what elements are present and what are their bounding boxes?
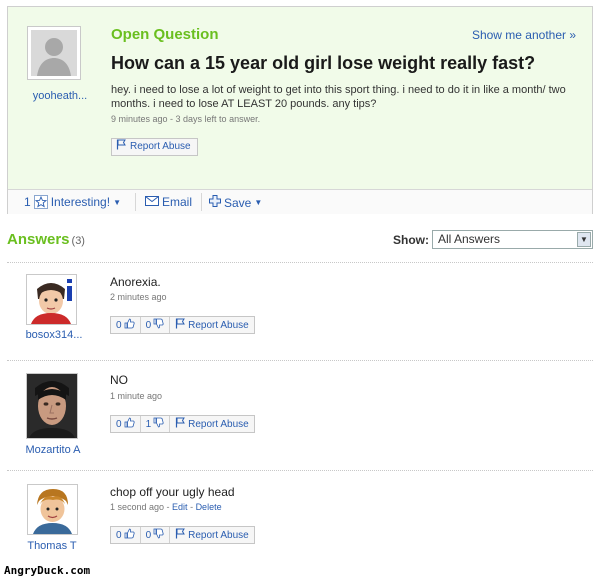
answerer-avatar[interactable]: [27, 484, 78, 535]
thumbs-down-button[interactable]: 0: [141, 317, 171, 333]
edit-link[interactable]: Edit: [172, 502, 188, 512]
delete-link[interactable]: Delete: [196, 502, 222, 512]
chevron-down-icon: ▼: [254, 198, 263, 207]
email-button[interactable]: Email: [145, 195, 192, 209]
chevron-down-icon: ▼: [113, 197, 121, 207]
question-action-bar: 1 Interesting! ▼ Email Save ▼: [8, 189, 592, 214]
answer-text: Anorexia.: [110, 275, 161, 289]
answerer-name[interactable]: Thomas T: [7, 540, 97, 552]
answers-title: Answers: [7, 231, 70, 248]
answers-count: (3): [71, 235, 85, 247]
interesting-count: 1: [24, 195, 31, 209]
answer-text: NO: [110, 373, 128, 387]
thumbs-up-icon: [124, 417, 135, 431]
question-body: hey. i need to lose a lot of weight to g…: [111, 84, 566, 110]
flag-icon: [175, 417, 186, 431]
show-filter-value: All Answers: [438, 232, 501, 246]
report-abuse-label: Report Abuse: [188, 418, 249, 430]
thumbs-down-button[interactable]: 0: [141, 527, 171, 543]
thumbs-up-count: 0: [116, 529, 122, 541]
question-kicker: Open Question: [111, 26, 219, 43]
question-meta: 9 minutes ago - 3 days left to answer.: [111, 114, 261, 124]
thumbs-down-icon: [153, 528, 164, 542]
answer-meta: 1 minute ago: [110, 391, 163, 401]
thumbs-up-count: 0: [116, 319, 122, 331]
flag-icon: [175, 528, 186, 542]
answerer-name[interactable]: bosox314...: [9, 329, 99, 341]
answer-rating-bar: 0 0 Report Abuse: [110, 526, 255, 544]
thumbs-down-button[interactable]: 1: [141, 416, 171, 432]
save-label: Save: [224, 195, 252, 210]
thumbs-down-icon: [153, 318, 164, 332]
star-icon: [33, 195, 48, 209]
asker-name[interactable]: yooheath...: [20, 90, 100, 102]
answers-divider: [7, 470, 593, 471]
answerer-avatar[interactable]: [26, 373, 78, 439]
thumbs-down-icon: [153, 417, 164, 431]
save-button[interactable]: Save ▼: [209, 195, 262, 210]
report-abuse-label: Report Abuse: [188, 529, 249, 541]
answers-heading: Answers (3): [7, 231, 85, 248]
answer-rating-bar: 0 0 Report Abuse: [110, 316, 255, 334]
answers-divider: [7, 262, 593, 263]
flag-icon: [175, 318, 186, 332]
thumbs-down-count: 1: [145, 418, 152, 430]
answer-meta: 1 second ago - Edit - Delete: [110, 502, 222, 512]
report-abuse-button[interactable]: Report Abuse: [111, 138, 198, 156]
answerer-avatar[interactable]: [26, 274, 77, 325]
report-abuse-button[interactable]: Report Abuse: [170, 527, 254, 543]
question-title: How can a 15 year old girl lose weight r…: [111, 53, 536, 73]
flag-icon: [116, 139, 127, 156]
thumbs-down-count: 0: [145, 319, 152, 331]
thumbs-up-button[interactable]: 0: [111, 317, 141, 333]
interesting-label: Interesting!: [50, 195, 111, 209]
site-watermark: AngryDuck.com: [4, 564, 91, 577]
interesting-button[interactable]: 1 Interesting! ▼: [24, 195, 121, 209]
envelope-icon: [145, 195, 159, 209]
show-filter-select[interactable]: All Answers ▼: [432, 230, 593, 249]
answer-meta: 2 minutes ago: [110, 292, 167, 302]
report-abuse-label: Report Abuse: [188, 319, 249, 331]
chevron-down-icon[interactable]: ▼: [577, 232, 591, 247]
asker-avatar[interactable]: [27, 26, 81, 80]
answer-rating-bar: 0 1 Report Abuse: [110, 415, 255, 433]
email-label: Email: [162, 195, 193, 209]
thumbs-up-button[interactable]: 0: [111, 527, 141, 543]
show-filter-label: Show:: [393, 233, 429, 247]
answerer-name[interactable]: Mozartito A: [8, 444, 98, 456]
report-abuse-button[interactable]: Report Abuse: [170, 416, 254, 432]
question-panel: yooheath... Open Question Show me anothe…: [7, 6, 593, 214]
plus-icon: [209, 195, 221, 210]
answer-timestamp: 1 second ago -: [110, 502, 173, 512]
answers-divider: [7, 360, 593, 361]
thumbs-down-count: 0: [145, 529, 152, 541]
report-abuse-button[interactable]: Report Abuse: [170, 317, 254, 333]
answer-text: chop off your ugly head: [110, 485, 235, 499]
thumbs-up-icon: [124, 528, 135, 542]
thumbs-up-icon: [124, 318, 135, 332]
report-abuse-label: Report Abuse: [130, 141, 191, 152]
thumbs-up-count: 0: [116, 418, 122, 430]
action-separator: [201, 193, 202, 211]
thumbs-up-button[interactable]: 0: [111, 416, 141, 432]
show-another-link[interactable]: Show me another »: [472, 28, 576, 42]
action-separator: [135, 193, 136, 211]
